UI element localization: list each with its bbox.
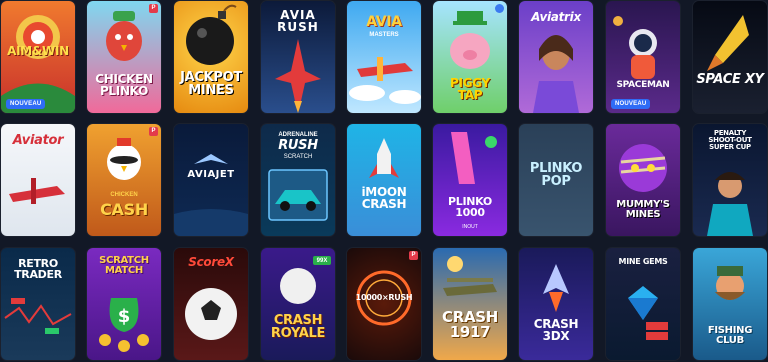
game-title: SCRATCH MATCH — [99, 255, 149, 276]
game-title: AVIA RUSH — [277, 8, 319, 34]
svg-text:$: $ — [118, 306, 131, 327]
game-tile-retro-trader[interactable]: RETRO TRADER — [1, 248, 75, 360]
game-tile-adrenaline-rush[interactable]: ADRENALINE RUSH SCRATCH — [261, 124, 335, 236]
game-title: AVIAJET — [187, 169, 235, 180]
game-title: iMOON CRASH — [361, 185, 407, 211]
game-tile-space-xy[interactable]: SPACE XY — [693, 1, 767, 113]
game-title: MINE GEMS — [618, 257, 668, 266]
game-tile-avia-masters[interactable]: AVIA MASTERS — [347, 1, 421, 113]
game-title: MUMMY'S MINES — [616, 199, 670, 220]
game-tile-imoon-crash[interactable]: iMOON CRASH — [347, 124, 421, 236]
game-tile-aviajet[interactable]: AVIAJET — [174, 124, 248, 236]
game-tile-aviator[interactable]: Aviator — [1, 124, 75, 236]
spaceship-3dx-art — [543, 264, 569, 312]
game-tile-spaceman[interactable]: SPACEMAN NOUVEAU — [606, 1, 680, 113]
provider-flag: P — [149, 4, 158, 13]
portal-art — [356, 270, 412, 326]
moon-rocket-art — [369, 138, 399, 178]
game-title: AIM&WIN — [7, 44, 69, 58]
game-tile-piggy-tap[interactable]: PIGGY TAP — [433, 1, 507, 113]
game-title: CRASH 1917 — [441, 308, 499, 341]
provider-flag — [495, 4, 504, 13]
game-title: PLINKO 1000 — [448, 195, 492, 219]
game-subtitle: MASTERS — [369, 32, 399, 38]
game-tile-chicken-plinko[interactable]: CHICKEN PLINKO P — [87, 1, 161, 113]
game-tile-aim-and-win[interactable]: AIM&WIN NOUVEAU — [1, 1, 75, 113]
game-subtitle: SCRATCH — [283, 154, 313, 160]
game-title: Aviator — [12, 133, 64, 148]
game-tile-10000x-rush[interactable]: 10000×RUSH P — [347, 248, 421, 360]
game-title: SPACEMAN — [616, 80, 670, 90]
game-title: ScoreX — [188, 255, 234, 269]
biplane-art — [443, 256, 497, 296]
game-tile-chicken-cash[interactable]: CHICKEN CASH P — [87, 124, 161, 236]
game-title: CHICKEN PLINKO — [95, 72, 153, 98]
chicken-cash-art — [107, 138, 141, 180]
game-tile-mine-gems[interactable]: MINE GEMS — [606, 248, 680, 360]
game-title: CASH — [100, 200, 148, 219]
game-title: Aviatrix — [531, 10, 581, 24]
golf-ball-art — [280, 256, 331, 304]
game-tile-jackpot-mines[interactable]: JACKPOT MINES — [174, 1, 248, 113]
game-title: PENALTY SHOOT-OUT SUPER CUP — [708, 129, 752, 151]
game-tile-penalty-shootout[interactable]: PENALTY SHOOT-OUT SUPER CUP — [693, 124, 767, 236]
game-title: PIGGY TAP — [450, 76, 490, 102]
game-tile-mummys-mines[interactable]: MUMMY'S MINES — [606, 124, 680, 236]
game-title: PLINKO POP — [529, 161, 583, 189]
game-title: RUSH — [278, 138, 318, 153]
game-tile-scratch-match[interactable]: $ SCRATCH MATCH — [87, 248, 161, 360]
new-badge: NOUVEAU — [611, 99, 651, 109]
provider-flag: P — [409, 251, 418, 260]
game-tile-plinko-1000[interactable]: PLINKO 1000 INOUT — [433, 124, 507, 236]
game-subtitle: INOUT — [462, 224, 478, 230]
game-title: SPACE XY — [696, 72, 764, 87]
provider-flag: P — [149, 127, 158, 136]
game-title: RETRO TRADER — [14, 257, 62, 281]
game-title: CRASH ROYALE — [270, 313, 326, 341]
game-tile-crash-royale[interactable]: 99X CRASH ROYALE — [261, 248, 335, 360]
game-title: CRASH 3DX — [533, 317, 579, 343]
spaceship-art — [707, 15, 749, 71]
game-tile-avia-rush[interactable]: AVIA RUSH — [261, 1, 335, 113]
game-title: FISHING CLUB — [707, 325, 753, 346]
game-title: AVIA — [366, 14, 402, 30]
game-tile-plinko-pop[interactable]: PLINKO POP — [519, 124, 593, 236]
game-tile-crash-1917[interactable]: CRASH 1917 — [433, 248, 507, 360]
plinko-tube-art — [451, 132, 497, 184]
jet-art — [174, 154, 248, 236]
game-prefix: CHICKEN — [110, 192, 138, 198]
game-title: 10000×RUSH — [355, 293, 413, 302]
astronaut-art — [613, 16, 657, 79]
game-tile-fishing-club[interactable]: FISHING CLUB — [693, 248, 767, 360]
game-tile-aviatrix[interactable]: Aviatrix — [519, 1, 593, 113]
new-badge: NOUVEAU — [6, 99, 46, 109]
game-tile-scorex[interactable]: ScoreX — [174, 248, 248, 360]
game-title: JACKPOT MINES — [180, 70, 242, 98]
multiplier-tag: 99X — [316, 258, 328, 264]
game-grid: AIM&WIN NOUVEAU CHICKEN PLINKO P JACKPOT… — [0, 0, 768, 362]
game-tile-crash-3dx[interactable]: CRASH 3DX — [519, 248, 593, 360]
